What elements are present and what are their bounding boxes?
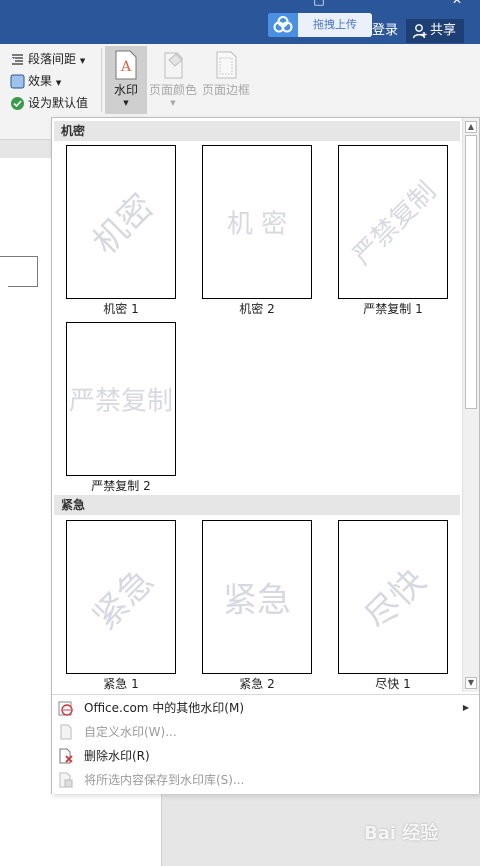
gallery-scrollbar[interactable]: ▲ ▼ <box>462 118 479 692</box>
watermark-label: 尽快 1 <box>375 677 411 691</box>
page-color-label: 页面颜色 <box>148 83 197 97</box>
cloud-upload-icon <box>268 13 298 37</box>
watermark-label: 机密 1 <box>103 302 139 316</box>
page-color-button[interactable]: 页面颜色 ▼ <box>148 46 198 114</box>
page-border-label: 页面边框 <box>201 83 250 97</box>
drag-upload-button[interactable]: 拖拽上传 <box>268 13 372 37</box>
paragraph-spacing-icon <box>10 52 25 67</box>
effects-icon <box>10 74 25 89</box>
watermark-thumbnail: 机密 <box>66 145 176 299</box>
watermark-preview-text: 严禁复制 <box>347 176 443 272</box>
gallery-scroll-area[interactable]: 机密 机密 机密 1 机 密 机密 2 严禁复制 严禁复制 1 严禁复制 严禁复… <box>52 118 462 692</box>
set-default-label: 设为默认值 <box>28 96 89 110</box>
remove-watermark-item[interactable]: 删除水印(R) <box>52 744 479 768</box>
effects-arrow: ▼ <box>55 79 62 87</box>
share-button[interactable]: 共享 <box>406 19 464 43</box>
svg-text:A: A <box>120 59 132 75</box>
watermark-preview-text: 尽快 <box>357 561 434 638</box>
watermark-thumbnail: 严禁复制 <box>338 145 448 299</box>
watermark-label: 严禁复制 1 <box>363 302 423 316</box>
watermark-thumbnail: 机 密 <box>202 145 312 299</box>
watermark-thumbnail: 严禁复制 <box>66 322 176 476</box>
watermark-icon: A <box>113 50 139 80</box>
paragraph-spacing-label: 段落间距 <box>28 52 77 66</box>
login-link[interactable]: 登录 <box>372 20 398 42</box>
effects-label: 效果 <box>28 74 53 88</box>
save-to-watermark-gallery-item[interactable]: 将所选内容保存到水印库(S)... <box>52 768 479 792</box>
close-window-icon[interactable]: ✕ <box>448 0 466 6</box>
custom-watermark-icon <box>58 724 74 740</box>
watermark-preview-text: 机 密 <box>226 209 288 240</box>
watermark-no-copy-2[interactable]: 严禁复制 严禁复制 2 <box>66 322 176 494</box>
watermark-urgent-2[interactable]: 紧急 紧急 2 <box>202 520 312 692</box>
page-margin-marker <box>0 256 38 286</box>
more-office-watermarks-item[interactable]: Office.com 中的其他水印(M) ▶ <box>52 696 479 720</box>
custom-watermark-label: 自定义水印(W)... <box>84 725 177 739</box>
share-label: 共享 <box>430 23 457 38</box>
watermark-menu: Office.com 中的其他水印(M) ▶ 自定义水印(W)... 删除水印(… <box>52 694 479 794</box>
drag-upload-label: 拖拽上传 <box>298 13 372 37</box>
custom-watermark-item[interactable]: 自定义水印(W)... <box>52 720 479 744</box>
scroll-thumb[interactable] <box>465 135 477 409</box>
watermark-label: 紧急 2 <box>239 677 275 691</box>
watermark-urgent-1[interactable]: 紧急 紧急 1 <box>66 520 176 692</box>
watermark-thumbnail: 尽快 <box>338 520 448 674</box>
paragraph-spacing-arrow: ▼ <box>79 57 86 65</box>
person-add-icon <box>412 23 428 39</box>
title-bar: □ ✕ 拖拽上传 登录 共享 <box>0 0 480 44</box>
more-office-watermarks-label: Office.com 中的其他水印(M) <box>84 701 245 715</box>
section-header-urgent: 紧急 <box>54 495 460 515</box>
watermark-button[interactable]: A 水印 ▼ <box>105 46 147 114</box>
watermark-preview-text: 紧急 <box>85 561 162 638</box>
watermark-label: 紧急 1 <box>103 677 139 691</box>
watermark-preview-text: 紧急 <box>223 580 291 621</box>
watermark-thumbnail: 紧急 <box>66 520 176 674</box>
watermark-thumbnail: 紧急 <box>202 520 312 674</box>
save-watermark-icon <box>58 772 74 788</box>
watermark-no-copy-1[interactable]: 严禁复制 严禁复制 1 <box>338 145 448 317</box>
save-to-watermark-gallery-label: 将所选内容保存到水印库(S)... <box>84 773 245 787</box>
scroll-up-button[interactable]: ▲ <box>465 121 477 133</box>
page-border-button[interactable]: 页面边框 <box>200 46 252 114</box>
watermark-label: 水印 <box>113 83 138 97</box>
watermark-confidential-1[interactable]: 机密 机密 1 <box>66 145 176 317</box>
page-margin-marker-line <box>8 286 38 287</box>
restore-window-icon[interactable]: □ <box>310 0 328 6</box>
remove-watermark-label: 删除水印(R) <box>84 749 150 763</box>
watermark-label: 严禁复制 2 <box>91 479 151 493</box>
section-header-confidential: 机密 <box>54 121 460 141</box>
watermark-label: 机密 2 <box>239 302 275 316</box>
office-watermark-icon <box>58 700 74 716</box>
checkmark-icon <box>10 96 25 111</box>
page-color-arrow: ▼ <box>170 99 176 107</box>
ribbon-separator <box>101 48 102 112</box>
watermark-arrow: ▼ <box>123 99 129 107</box>
watermark-preview-text: 机密 <box>85 186 162 263</box>
watermark-confidential-2[interactable]: 机 密 机密 2 <box>202 145 312 317</box>
watermark-gallery-dropdown: 机密 机密 机密 1 机 密 机密 2 严禁复制 严禁复制 1 严禁复制 严禁复… <box>51 117 480 794</box>
page-border-icon <box>213 50 239 80</box>
submenu-arrow-icon: ▶ <box>462 703 469 712</box>
watermark-asap-1[interactable]: 尽快 尽快 1 <box>338 520 448 692</box>
scroll-down-button[interactable]: ▼ <box>465 677 477 689</box>
remove-watermark-icon <box>58 748 74 764</box>
page-color-icon <box>160 50 186 80</box>
baidu-jingyan-watermark: Bai 经验 <box>364 823 439 844</box>
watermark-preview-text: 严禁复制 <box>68 386 174 417</box>
